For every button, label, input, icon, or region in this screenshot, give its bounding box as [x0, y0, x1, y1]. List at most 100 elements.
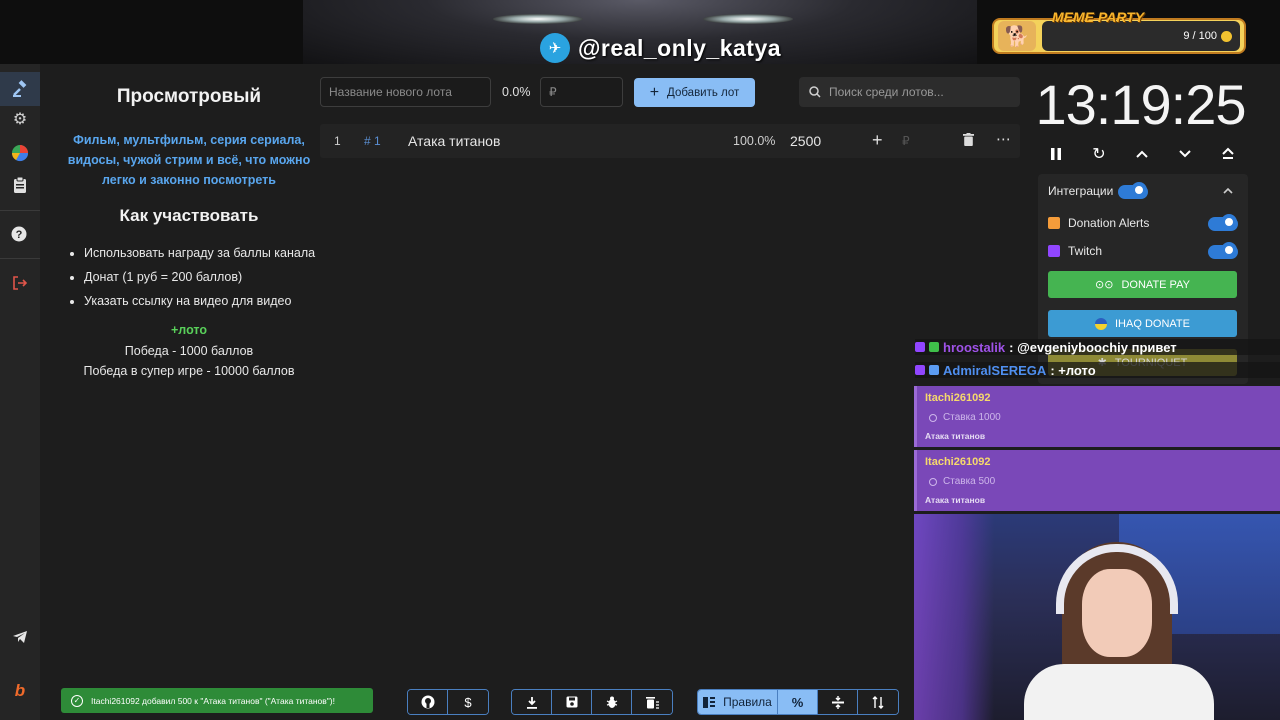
twitch-badge-icon [915, 365, 925, 375]
view-button-group: Правила % [697, 689, 899, 715]
integration-donation-alerts: Donation Alerts [1048, 216, 1149, 230]
dollar-icon[interactable]: $ [448, 690, 488, 714]
integration-label: Twitch [1068, 244, 1103, 258]
bug-icon[interactable] [592, 690, 632, 714]
auction-icon[interactable] [0, 72, 40, 106]
chevron-up-icon[interactable] [1129, 143, 1155, 165]
donation-alerts-toggle[interactable] [1208, 214, 1238, 231]
delete-icon[interactable] [963, 133, 974, 149]
left-sidebar: ⚙ ? b [0, 64, 40, 720]
chat-user: hroostalik [943, 339, 1006, 355]
notice-bet: Ставка 1000 [929, 412, 1001, 423]
donation-alerts-icon [1048, 217, 1060, 229]
settings-icon[interactable]: ⚙ [5, 104, 35, 134]
telegram-icon[interactable] [5, 622, 35, 652]
rules-icon [703, 696, 716, 708]
rules-button[interactable]: Правила [698, 690, 778, 714]
twitch-icon [1048, 245, 1060, 257]
new-lot-amount-input[interactable] [540, 77, 623, 107]
pause-icon[interactable] [1043, 143, 1069, 165]
rules-label: Правила [723, 695, 772, 709]
stats-icon[interactable] [5, 138, 35, 168]
double-chevron-up-icon[interactable] [1215, 143, 1241, 165]
timer-controls: ↻ [1043, 143, 1241, 165]
banner-eye-left [493, 14, 583, 24]
bet-notice: Itachi261092 Ставка 500 Атака титанов [914, 450, 1280, 511]
stream-overlay-top: ✈ @real_only_katya 🐕 MEME PARTY 9 / 100 [0, 0, 1280, 64]
clock-icon [929, 477, 937, 486]
notice-user: Itachi261092 [925, 392, 991, 404]
lot-search-input[interactable] [829, 85, 1009, 99]
super-game-line: Победа в супер игре - 10000 баллов [83, 364, 295, 378]
help-icon[interactable]: ? [5, 220, 35, 250]
lot-search[interactable] [799, 77, 1020, 107]
auction-description: Просмотровый Фильм, мультфильм, серия се… [58, 86, 320, 381]
auction-timer: 13:19:25 [1035, 73, 1247, 136]
win-line: Победа - 1000 баллов [124, 344, 254, 358]
percent-icon[interactable]: % [778, 690, 818, 714]
notice-bet-text: Ставка 500 [943, 476, 996, 487]
donatepay-button[interactable]: ⊙⊙ DONATE PAY [1048, 271, 1237, 298]
moderator-badge-icon [929, 365, 939, 375]
more-icon[interactable]: ⋯ [996, 130, 1012, 148]
add-lot-label: Добавить лот [667, 86, 740, 99]
toast-text: Itachi261092 добавил 500 к "Атака титано… [91, 695, 336, 706]
clipboard-icon[interactable] [5, 170, 35, 200]
github-icon[interactable] [408, 690, 448, 714]
chat-message: AdmiralSEREGA : +лото [915, 362, 1280, 378]
chevron-up-icon[interactable] [1223, 183, 1233, 197]
compact-view-icon[interactable] [818, 690, 858, 714]
chevron-down-icon[interactable] [1172, 143, 1198, 165]
webcam-feed [914, 514, 1280, 720]
new-lot-name-input[interactable] [320, 77, 491, 107]
clear-all-icon[interactable] [632, 690, 672, 714]
meme-party-count-text: 9 / 100 [1183, 30, 1217, 42]
file-button-group [511, 689, 673, 715]
meme-party-title: MEME PARTY [1052, 9, 1145, 25]
app-root: ✈ @real_only_katya 🐕 MEME PARTY 9 / 100 … [0, 0, 1280, 720]
new-lot-percent: 0.0% [502, 85, 531, 99]
twitch-badge-icon [915, 342, 925, 352]
boosty-icon[interactable]: b [5, 676, 35, 706]
notice-bet: Ставка 500 [929, 476, 995, 487]
ihaq-donate-button[interactable]: IHAQ DONATE [1048, 310, 1237, 337]
repo-button-group: $ [407, 689, 489, 715]
sidebar-divider [0, 210, 40, 211]
verified-badge-icon [929, 342, 939, 352]
how-to-participate-title: Как участвовать [119, 206, 259, 225]
integrations-toggle[interactable] [1118, 182, 1148, 199]
download-icon[interactable] [512, 690, 552, 714]
meme-party-count: 9 / 100 [1183, 30, 1232, 42]
sort-icon[interactable] [858, 690, 898, 714]
chat-user: AdmiralSEREGA [943, 362, 1047, 378]
meme-party-widget: 🐕 MEME PARTY 9 / 100 [992, 9, 1246, 54]
lot-amount: 2500 [790, 133, 822, 149]
lot-amount-currency[interactable]: ₽ [902, 134, 910, 148]
telegram-handle-text: @real_only_katya [578, 34, 782, 61]
add-amount-icon[interactable]: + [872, 130, 883, 151]
chat-message: hroostalik : @evgeniyboochiy привет [915, 339, 1280, 355]
search-icon [809, 86, 821, 98]
lot-row[interactable]: 1 # 1 Атака титанов 100.0% 2500 + ₽ ⋯ [320, 124, 1020, 158]
ihaq-icon [1095, 317, 1107, 330]
save-icon[interactable] [552, 690, 592, 714]
integration-label: Donation Alerts [1068, 216, 1150, 230]
reset-icon[interactable]: ↻ [1086, 143, 1112, 165]
meme-party-body: MEME PARTY 9 / 100 [1042, 9, 1240, 51]
add-lot-button[interactable]: + Добавить лот [634, 78, 755, 107]
logout-icon[interactable] [5, 268, 35, 298]
coin-icon [1221, 30, 1232, 42]
integrations-title: Интеграции [1048, 184, 1114, 198]
notice-lot: Атака титанов [925, 495, 986, 505]
chat-text: : @evgeniyboochiy привет [1009, 339, 1177, 355]
telegram-handle: ✈ @real_only_katya [540, 32, 781, 64]
donatepay-icon: ⊙⊙ [1095, 279, 1114, 291]
notice-lot: Атака титанов [925, 431, 986, 441]
twitch-toggle[interactable] [1208, 242, 1238, 259]
list-item: Донат (1 руб = 200 баллов) [84, 268, 320, 287]
lot-percent: 100.0% [733, 134, 776, 148]
webcam-person-shirt [1024, 664, 1214, 720]
lot-name[interactable]: Атака титанов [408, 133, 500, 149]
lot-id[interactable]: # 1 [364, 134, 381, 148]
notice-user: Itachi261092 [925, 456, 991, 468]
